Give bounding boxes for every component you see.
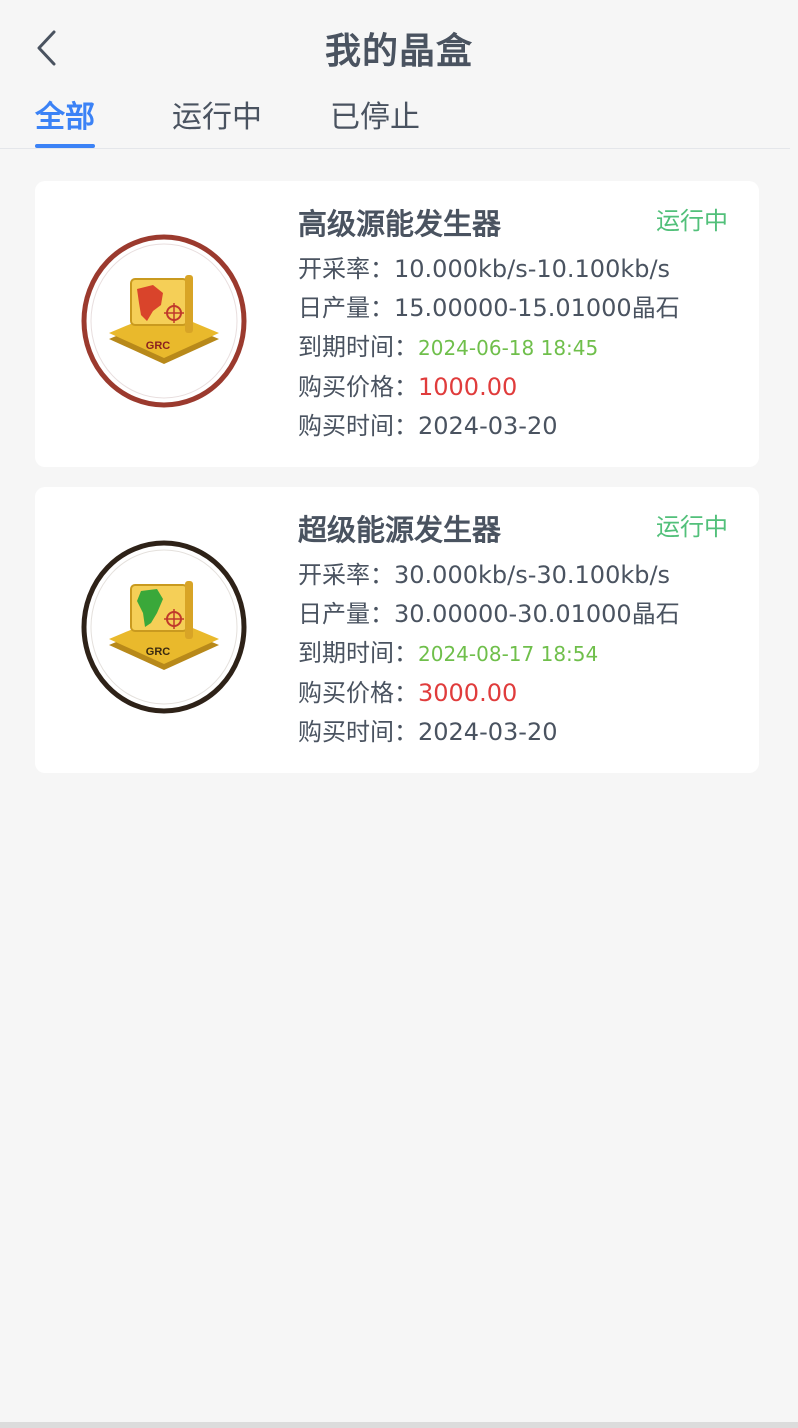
daily-output-label: 日产量：	[298, 600, 394, 628]
crystal-box-card[interactable]: GRC 高级源能发生器 运行中 开采率：10.000kb/s-10.100kb/…	[35, 181, 759, 467]
bottom-edge	[0, 1422, 798, 1428]
active-tab-indicator	[35, 144, 95, 148]
purchase-time-value: 2024-03-20	[418, 412, 558, 440]
expire-time-value: 2024-06-18 18:45	[418, 336, 599, 360]
purchase-time-label: 购买时间：	[298, 412, 418, 440]
grc-badge-icon: GRC	[81, 540, 247, 714]
expire-time-value: 2024-08-17 18:54	[418, 642, 599, 666]
mining-rate-row: 开采率：30.000kb/s-30.100kb/s	[298, 555, 670, 590]
daily-output-value: 15.00000-15.01000晶石	[394, 294, 680, 322]
purchase-price-value: 3000.00	[418, 679, 518, 707]
mining-rate-value: 10.000kb/s-10.100kb/s	[394, 255, 671, 283]
tab-all-label: 全部	[35, 100, 95, 135]
purchase-price-value: 1000.00	[418, 373, 518, 401]
mining-rate-row: 开采率：10.000kb/s-10.100kb/s	[298, 249, 670, 284]
status-badge: 运行中	[656, 513, 728, 541]
purchase-price-row: 购买价格：1000.00	[298, 367, 517, 402]
purchase-price-label: 购买价格：	[298, 679, 418, 707]
tab-running[interactable]: 运行中	[172, 96, 262, 148]
purchase-price-label: 购买价格：	[298, 373, 418, 401]
tab-stopped[interactable]: 已停止	[330, 96, 420, 148]
mining-rate-label: 开采率：	[298, 255, 394, 283]
product-name: 超级能源发生器	[298, 513, 502, 547]
grc-badge-icon: GRC	[81, 234, 247, 408]
page-title: 我的晶盒	[324, 31, 473, 72]
header: 我的晶盒	[0, 0, 798, 96]
crystal-box-card[interactable]: GRC 超级能源发生器 运行中 开采率：30.000kb/s-30.100kb/…	[35, 487, 759, 773]
mining-rate-label: 开采率：	[298, 561, 394, 589]
purchase-time-label: 购买时间：	[298, 718, 418, 746]
card-info: 超级能源发生器 运行中 开采率：30.000kb/s-30.100kb/s 日产…	[298, 487, 759, 773]
daily-output-row: 日产量：15.00000-15.01000晶石	[298, 288, 680, 323]
tab-all[interactable]: 全部	[35, 96, 95, 148]
daily-output-label: 日产量：	[298, 294, 394, 322]
tab-bar: 全部 运行中 已停止	[0, 96, 790, 149]
grc-logo-text: GRC	[146, 646, 171, 658]
purchase-time-row: 购买时间：2024-03-20	[298, 406, 557, 441]
status-badge: 运行中	[656, 207, 728, 235]
product-name: 高级源能发生器	[298, 207, 502, 241]
tab-stopped-label: 已停止	[330, 100, 420, 135]
purchase-price-row: 购买价格：3000.00	[298, 673, 517, 708]
mining-rate-value: 30.000kb/s-30.100kb/s	[394, 561, 671, 589]
grc-logo-text: GRC	[146, 340, 171, 352]
daily-output-value: 30.00000-30.01000晶石	[394, 600, 680, 628]
expire-time-row: 到期时间：2024-06-18 18:45	[298, 327, 598, 362]
daily-output-row: 日产量：30.00000-30.01000晶石	[298, 594, 680, 629]
expire-time-label: 到期时间：	[298, 333, 418, 361]
tab-running-label: 运行中	[172, 100, 262, 135]
purchase-time-row: 购买时间：2024-03-20	[298, 712, 557, 747]
expire-time-label: 到期时间：	[298, 639, 418, 667]
purchase-time-value: 2024-03-20	[418, 718, 558, 746]
card-info: 高级源能发生器 运行中 开采率：10.000kb/s-10.100kb/s 日产…	[298, 181, 759, 467]
expire-time-row: 到期时间：2024-08-17 18:54	[298, 633, 598, 668]
